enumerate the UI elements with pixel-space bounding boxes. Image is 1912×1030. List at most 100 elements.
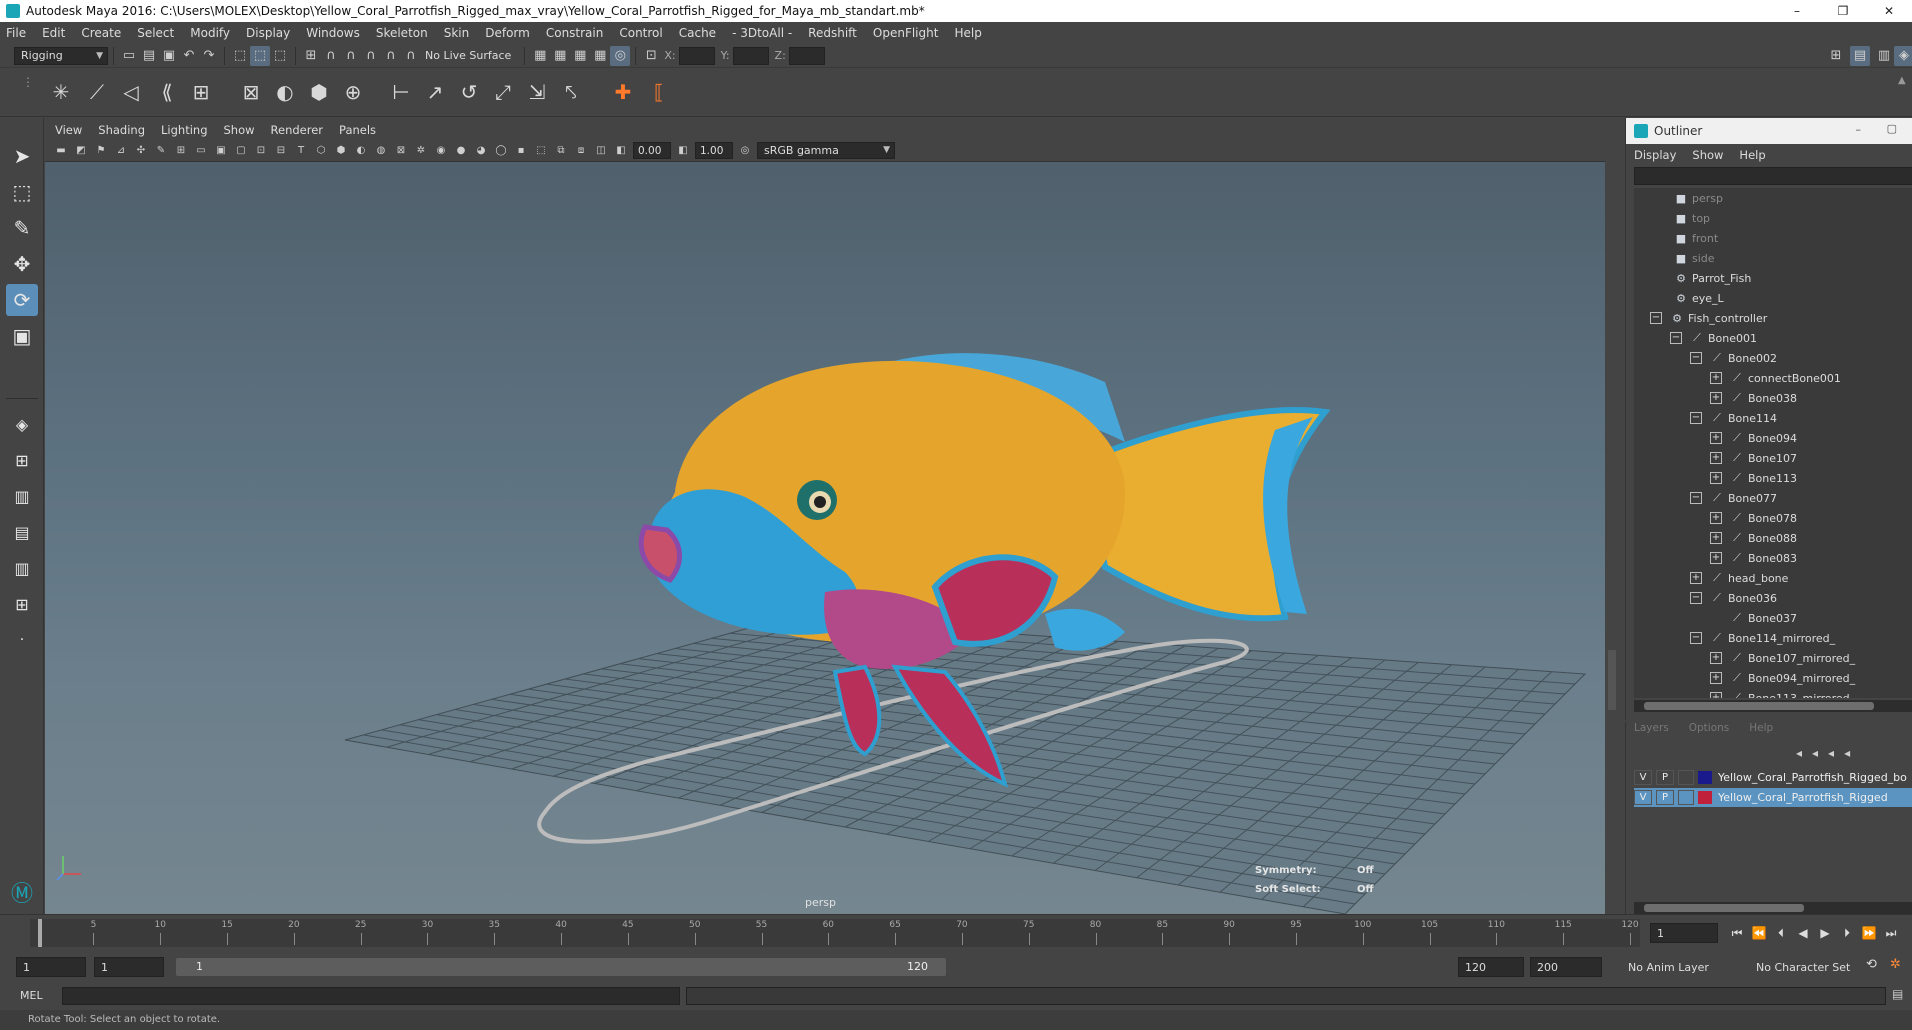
outliner-item[interactable]: + ⟋ Bone107_mirrored_ [1710, 648, 1855, 668]
render-settings-icon[interactable]: ▦ [590, 46, 610, 66]
scale-constraint-icon[interactable]: ⤢ [488, 77, 518, 107]
menu-cache[interactable]: Cache [679, 26, 716, 40]
playback-end-field[interactable]: 120 [1458, 957, 1524, 977]
layer-color-swatch[interactable] [1698, 771, 1712, 784]
bookmark-icon[interactable]: ⚑ [93, 143, 109, 159]
outliner-item[interactable]: + ⟋ Bone094 [1710, 428, 1797, 448]
minimize-button[interactable]: – [1774, 0, 1820, 22]
grid-icon[interactable]: ⊞ [173, 143, 189, 159]
outliner-item[interactable]: + ⟋ Bone078 [1710, 508, 1797, 528]
snap-surface-icon[interactable]: ∩ [381, 46, 401, 66]
outliner-horizontal-scrollbar[interactable] [1634, 700, 1912, 712]
collapse-icon[interactable]: − [1690, 412, 1702, 424]
undo-icon[interactable]: ↶ [179, 46, 199, 66]
snap-view-icon[interactable]: ∩ [361, 46, 381, 66]
outliner-item[interactable]: − ⟋ Bone077 [1690, 488, 1777, 508]
outliner-item[interactable]: ■ persp [1674, 188, 1723, 208]
anim-layer-dropdown[interactable]: No Anim Layer [1628, 961, 1709, 974]
maximize-icon[interactable]: ▢ [1887, 122, 1897, 135]
expand-icon[interactable]: + [1710, 512, 1722, 524]
wireframe-icon[interactable]: ⬡ [313, 143, 329, 159]
animation-start-field[interactable]: 1 [16, 957, 86, 977]
smooth-bind-icon[interactable]: ◐ [270, 77, 300, 107]
menu-create[interactable]: Create [81, 26, 121, 40]
exposure-field[interactable]: 0.00 [633, 142, 671, 159]
aim-constraint-icon[interactable]: ↗ [420, 77, 450, 107]
collapse-icon[interactable]: − [1690, 492, 1702, 504]
smooth-shade-icon[interactable]: ⬢ [333, 143, 349, 159]
cluster-icon[interactable]: ⊕ [338, 77, 368, 107]
two-d-pan-icon[interactable]: ✣ [133, 143, 149, 159]
vp-menu-shading[interactable]: Shading [98, 123, 145, 137]
depth-of-field-icon[interactable]: ▪ [513, 143, 529, 159]
camera-select-icon[interactable]: ▬ [53, 143, 69, 159]
outliner-item[interactable]: + ⟋ Bone038 [1710, 388, 1797, 408]
scrollbar-thumb[interactable] [1644, 904, 1804, 912]
go-to-start-icon[interactable]: ⏮ [1726, 923, 1748, 943]
uv-editor-layout-icon[interactable]: ⊞ [6, 588, 38, 620]
point-constraint-icon[interactable]: ⊢ [386, 77, 416, 107]
menu-redshift[interactable]: Redshift [808, 26, 857, 40]
xray-active-icon[interactable]: ⧈ [573, 143, 589, 159]
y-field[interactable] [732, 46, 769, 65]
orient-constraint-icon[interactable]: ↺ [454, 77, 484, 107]
outliner-item[interactable]: + ⟋ head_bone [1690, 568, 1788, 588]
shadows-icon[interactable]: ◉ [433, 143, 449, 159]
xray-joints-icon[interactable]: ⧉ [553, 143, 569, 159]
close-button[interactable]: ✕ [1866, 0, 1912, 22]
ik-spline-icon[interactable]: ◁ [116, 77, 146, 107]
outliner-menu-help[interactable]: Help [1739, 148, 1765, 162]
outliner-item[interactable]: + ⟋ Bone094_mirrored_ [1710, 668, 1855, 688]
z-field[interactable] [788, 46, 825, 65]
shelf-scroll-icon[interactable]: ▲ [1898, 75, 1906, 86]
channel-box-icon[interactable]: ◈ [1894, 45, 1912, 66]
persp-graph-layout-icon[interactable]: ▤ [6, 516, 38, 548]
exposure-icon[interactable]: ◧ [613, 143, 629, 159]
expand-icon[interactable]: + [1710, 472, 1722, 484]
persp-outliner-layout-icon[interactable]: ▥ [6, 480, 38, 512]
auto-key-icon[interactable]: ⟲ [1866, 957, 1877, 972]
select-object-icon[interactable]: ⬚ [250, 45, 270, 66]
expand-icon[interactable]: + [1710, 532, 1722, 544]
x-field[interactable] [678, 46, 715, 65]
menu-skin[interactable]: Skin [444, 26, 470, 40]
outliner-item[interactable]: − ⟋ Bone001 [1670, 328, 1757, 348]
outliner-item[interactable]: ■ front [1674, 228, 1718, 248]
render-frame-icon[interactable]: ▦ [550, 46, 570, 66]
orient-joint-icon[interactable]: ⊞ [186, 77, 216, 107]
isolate-select-icon[interactable]: ⬚ [533, 143, 549, 159]
outliner-item[interactable]: ⚙ Parrot_Fish [1674, 268, 1751, 288]
textured-icon[interactable]: ◍ [373, 143, 389, 159]
expand-icon[interactable]: + [1710, 652, 1722, 664]
layer-display-type-toggle[interactable] [1678, 770, 1694, 785]
outliner-item[interactable]: + ⟋ Bone113 [1710, 468, 1797, 488]
play-forwards-icon[interactable]: ▶ [1814, 923, 1836, 943]
safe-title-icon[interactable]: T [293, 143, 309, 159]
current-time-marker[interactable] [38, 919, 42, 947]
expand-icon[interactable]: + [1710, 392, 1722, 404]
field-chart-icon[interactable]: ⊡ [253, 143, 269, 159]
range-bar[interactable]: 1 120 [176, 958, 946, 976]
time-slider-track[interactable]: 1510152025303540455055606570758085909510… [30, 919, 1640, 947]
outliner-menu-display[interactable]: Display [1634, 148, 1676, 162]
layer-menu-options[interactable]: Options [1689, 722, 1730, 738]
anti-aliasing-icon[interactable]: ◯ [493, 143, 509, 159]
outliner-item[interactable]: + ⟋ Bone113_mirrored_ [1710, 688, 1855, 698]
minimize-icon[interactable]: – [1856, 123, 1862, 136]
vp-menu-show[interactable]: Show [224, 123, 255, 137]
snap-curve-icon[interactable]: ∩ [321, 46, 341, 66]
menu-control[interactable]: Control [619, 26, 662, 40]
expand-icon[interactable]: + [1710, 692, 1722, 698]
layer-visibility-toggle[interactable]: V [1634, 770, 1652, 785]
layer-row[interactable]: V P Yellow_Coral_Parrotfish_Rigged_bo [1634, 768, 1912, 787]
shelf-menu-icon[interactable]: ⋮ [22, 75, 34, 89]
modeling-toolkit-icon[interactable]: ⊞ [1826, 46, 1846, 66]
outliner-item[interactable]: + ⟋ Bone083 [1710, 548, 1797, 568]
select-hierarchy-icon[interactable]: ⬚ [230, 46, 250, 66]
menu-help[interactable]: Help [954, 26, 981, 40]
collapse-icon[interactable]: − [1670, 332, 1682, 344]
layer-menu-help[interactable]: Help [1749, 722, 1773, 738]
menuset-dropdown[interactable]: Rigging ▼ [14, 46, 108, 65]
play-backwards-icon[interactable]: ◀ [1792, 923, 1814, 943]
pole-vector-icon[interactable]: ⤣ [556, 77, 586, 107]
